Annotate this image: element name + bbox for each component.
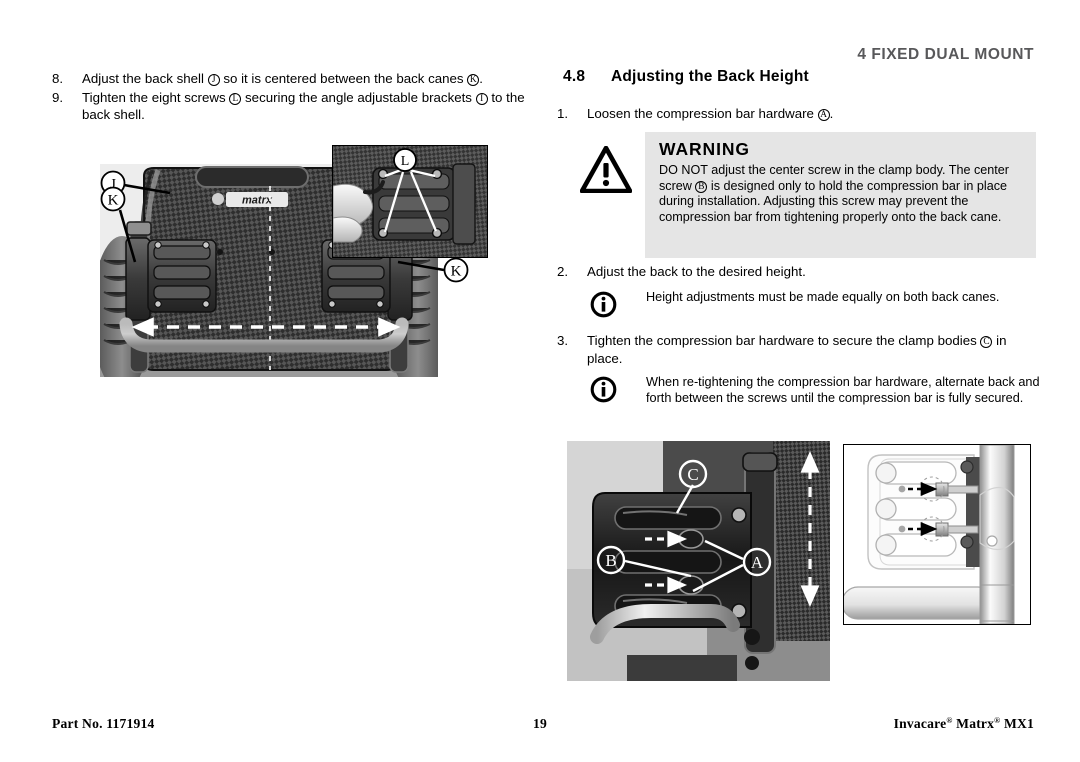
section-title: Adjusting the Back Height: [611, 68, 809, 85]
step-1-text: Loosen the compression bar hardware A.: [587, 106, 834, 121]
section-step-1: 1. Loosen the compression bar hardware A…: [557, 105, 1037, 123]
warning-box: WARNING DO NOT adjust the center screw i…: [645, 132, 1036, 258]
warning-body: DO NOT adjust the center screw in the cl…: [659, 163, 1009, 224]
note-2: When re-tightening the compression bar h…: [590, 375, 1040, 408]
step-9-number: 9.: [52, 89, 64, 105]
step-3-text: Tighten the compression bar hardware to …: [587, 333, 1007, 366]
info-icon: [590, 290, 646, 323]
svg-text:A: A: [751, 553, 764, 572]
ref-badge-i: I: [475, 92, 488, 105]
ref-badge-c: C: [980, 336, 993, 348]
running-header: 4 FIXED DUAL MOUNT: [857, 46, 1034, 63]
step-2-text: Adjust the back to the desired height.: [587, 264, 806, 279]
step-8-text: Adjust the back shell J so it is centere…: [82, 71, 483, 86]
manual-page: 4 FIXED DUAL MOUNT 8. Adjust the back sh…: [0, 0, 1080, 762]
warning-callout: WARNING DO NOT adjust the center screw i…: [576, 130, 1036, 260]
step-2-number: 2.: [557, 264, 569, 279]
left-column-steps: 8. Adjust the back shell J so it is cent…: [52, 70, 532, 124]
svg-text:B: B: [605, 551, 616, 570]
section-number: 4.8: [563, 68, 586, 85]
note-2-text: When re-tightening the compression bar h…: [646, 375, 1040, 405]
section-step-3: 3. Tighten the compression bar hardware …: [557, 332, 1042, 367]
ref-badge-a: A: [817, 109, 830, 121]
ref-badge-b: B: [695, 180, 708, 193]
section-heading: 4.8 Adjusting the Back Height: [563, 68, 809, 86]
warning-title: WARNING: [659, 139, 750, 159]
info-icon: [590, 375, 646, 408]
warning-triangle-icon: [579, 145, 633, 198]
svg-text:C: C: [687, 465, 698, 484]
step-9: 9. Tighten the eight screws L securing t…: [52, 89, 532, 124]
ref-badge-j: J: [207, 74, 220, 86]
step-8-number: 8.: [52, 71, 64, 86]
ref-badge-l: L: [229, 92, 242, 105]
step-1-number: 1.: [557, 106, 569, 121]
clamp-body-photo: C B A: [567, 441, 830, 681]
svg-text:K: K: [451, 264, 462, 280]
svg-text:L: L: [401, 154, 410, 169]
step-9-text: Tighten the eight screws L securing the …: [82, 89, 525, 123]
ref-badge-k: K: [467, 74, 480, 86]
step-8: 8. Adjust the back shell J so it is cent…: [52, 70, 532, 88]
note-1-text: Height adjustments must be made equally …: [646, 290, 1000, 304]
footer-brand: Invacare® Matrx® MX1: [893, 716, 1034, 731]
bracket-screws-inset-photo: L: [332, 145, 488, 258]
note-1: Height adjustments must be made equally …: [590, 290, 1040, 323]
step-3-number: 3.: [557, 333, 569, 348]
section-step-2: 2. Adjust the back to the desired height…: [557, 263, 1042, 281]
clamp-hardware-line-drawing: [843, 444, 1031, 625]
svg-text:matrx: matrx: [242, 195, 273, 207]
